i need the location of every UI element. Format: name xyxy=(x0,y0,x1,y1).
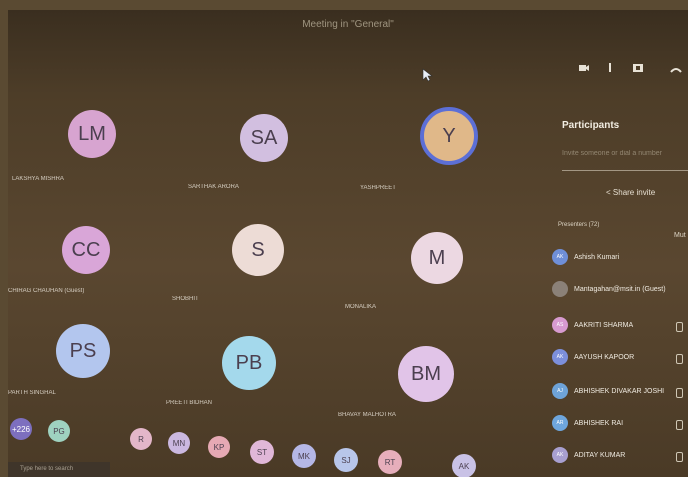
tray-avatar[interactable]: KP xyxy=(208,436,230,458)
mic-icon xyxy=(676,420,683,430)
participant-row[interactable]: AS AAKRITI SHARMA xyxy=(552,314,633,336)
avatar: AJ xyxy=(552,383,568,399)
mic-icon xyxy=(676,322,683,332)
avatar: AK xyxy=(552,349,568,365)
participant-row[interactable]: AK Ashish Kumari xyxy=(552,246,619,268)
avatar: CC xyxy=(62,226,110,274)
participant-row[interactable]: AK AAYUSH KAPOOR xyxy=(552,346,634,368)
avatar: PS xyxy=(56,324,110,378)
mic-icon xyxy=(676,388,683,398)
avatar xyxy=(552,281,568,297)
participant-row-name: ABHISHEK DIVAKAR JOSHI xyxy=(574,387,665,395)
more-participants-count[interactable]: +226 xyxy=(10,418,32,440)
tray-avatar[interactable]: AK xyxy=(452,454,476,477)
participant-name: LAKSHYA MISHRA xyxy=(12,176,64,182)
avatar: Y xyxy=(420,107,478,165)
participant-tile[interactable]: BM BHAVAY MALHOTRA xyxy=(338,346,454,418)
avatar: AK xyxy=(552,249,568,265)
mute-all-button[interactable]: Mut xyxy=(674,232,686,239)
participant-row-name: Ashish Kumari xyxy=(574,253,620,261)
avatar: S xyxy=(232,224,284,276)
participant-tile[interactable]: PB PREETI BIDHAN xyxy=(166,336,276,406)
tray-avatar[interactable]: MK xyxy=(292,444,316,468)
participant-row[interactable]: AK ADITAY KUMAR xyxy=(552,444,625,466)
invite-input[interactable]: Invite someone or dial a number xyxy=(562,150,688,171)
tray-avatar[interactable]: RT xyxy=(378,450,402,474)
tray-avatar[interactable]: PG xyxy=(48,420,70,442)
avatar: AK xyxy=(552,447,568,463)
leave-call-icon[interactable] xyxy=(670,64,682,76)
participant-tile[interactable]: CC CHIRAG CHAUHAN (Guest) xyxy=(8,226,110,294)
participants-title: Participants xyxy=(562,120,620,131)
share-icon: < xyxy=(606,188,611,197)
participant-row-name: AAYUSH KAPOOR xyxy=(574,353,635,361)
participant-tile[interactable]: LM LAKSHYA MISHRA xyxy=(12,110,116,182)
share-screen-icon[interactable] xyxy=(632,62,644,74)
participant-row-name: Mantagahan@msit.in (Guest) xyxy=(574,285,666,293)
participant-name: MONALIKA xyxy=(345,304,377,310)
participant-tile[interactable]: SA SARTHAK ARORA xyxy=(188,114,288,190)
tray-avatar[interactable]: SJ xyxy=(334,448,358,472)
participant-name: CHIRAG CHAUHAN (Guest) xyxy=(8,288,85,294)
avatar: AR xyxy=(552,415,568,431)
participant-name: YASHPREET xyxy=(360,185,396,191)
participant-row-name: AAKRITI SHARMA xyxy=(574,321,634,329)
mouse-cursor-icon xyxy=(422,68,433,82)
participant-name: SARTHAK ARORA xyxy=(188,184,239,190)
share-invite-link[interactable]: < Share invite xyxy=(606,188,655,197)
avatar: PB xyxy=(222,336,276,390)
avatar: SA xyxy=(240,114,288,162)
participant-row-name: ABHISHEK RAI xyxy=(574,419,624,427)
video-icon[interactable] xyxy=(578,62,590,74)
participant-tile[interactable]: PS PARTH SINGHAL xyxy=(8,324,110,396)
avatar: LM xyxy=(68,110,116,158)
participant-name: SHOBHIT xyxy=(172,296,199,302)
avatar: M xyxy=(411,232,463,284)
avatar: AS xyxy=(552,317,568,333)
participants-panel: Participants Invite someone or dial a nu… xyxy=(528,40,688,477)
presenters-section-header: Presenters (72) xyxy=(558,222,600,228)
tray-avatar[interactable]: ST xyxy=(250,440,274,464)
mic-icon xyxy=(676,452,683,462)
participant-name: PREETI BIDHAN xyxy=(166,400,213,406)
participant-name: BHAVAY MALHOTRA xyxy=(338,412,396,418)
tray-avatar[interactable]: R xyxy=(130,428,152,450)
share-invite-label: Share invite xyxy=(612,188,656,197)
participant-row[interactable]: Mantagahan@msit.in (Guest) xyxy=(552,278,666,300)
meeting-window: Meeting in "General" LM LAKSHYA MISHRA S… xyxy=(8,10,688,477)
participant-name: PARTH SINGHAL xyxy=(8,390,56,396)
participant-row[interactable]: AR ABHISHEK RAI xyxy=(552,412,623,434)
participant-row[interactable]: AJ ABHISHEK DIVAKAR JOSHI xyxy=(552,380,664,402)
raise-hand-icon[interactable] xyxy=(604,62,616,74)
window-title: Meeting in "General" xyxy=(302,19,394,30)
participant-tile[interactable]: Y YASHPREET xyxy=(360,107,478,191)
participant-tile[interactable]: M MONALIKA xyxy=(345,232,463,310)
tray-avatar[interactable]: MN xyxy=(168,432,190,454)
participant-row-name: ADITAY KUMAR xyxy=(574,451,626,459)
taskbar-search-input[interactable]: Type here to search xyxy=(8,462,110,477)
avatar: BM xyxy=(398,346,454,402)
participant-tile[interactable]: S SHOBHIT xyxy=(172,224,284,302)
mic-icon xyxy=(676,354,683,364)
